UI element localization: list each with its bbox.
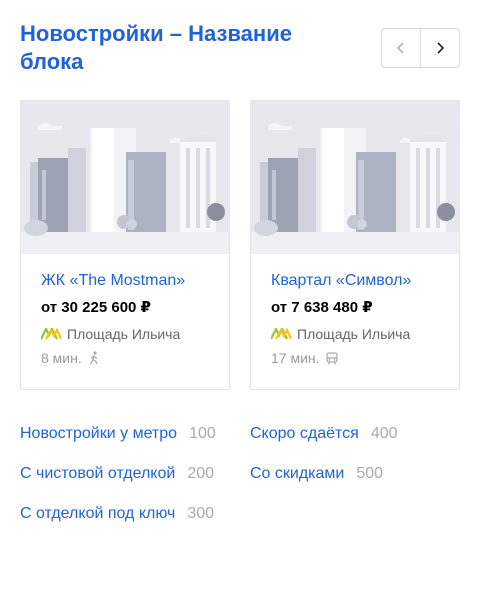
quick-link-count: 400 xyxy=(370,425,398,442)
card-body: Квартал «Символ» от 7 638 480 ₽ Площадь … xyxy=(271,271,451,367)
quick-link-label[interactable]: Со скидками xyxy=(250,464,344,484)
building-placeholder-image xyxy=(251,101,459,254)
distance-info: 17 мин. xyxy=(271,349,451,367)
quick-link[interactable]: Со скидками 500 xyxy=(250,464,383,484)
quick-link-label[interactable]: С отделкой под ключ xyxy=(20,504,175,524)
distance-time: 17 мин. xyxy=(271,350,320,366)
distance-time: 8 мин. xyxy=(41,350,82,366)
metro-info: Площадь Ильича xyxy=(41,325,221,343)
quick-link-count: 200 xyxy=(187,465,215,482)
property-price: от 7 638 480 ₽ xyxy=(271,299,373,316)
cards-carousel: ЖК «The Mostman» от 30 225 600 ₽ Площадь… xyxy=(20,100,460,390)
quick-link-label[interactable]: Скоро сдаётся xyxy=(250,424,359,444)
bus-icon xyxy=(325,351,338,364)
walk-icon xyxy=(89,351,98,365)
section-header: Новостройки – Название блока xyxy=(20,20,460,76)
quick-link-label[interactable]: С чистовой отделкой xyxy=(20,464,175,484)
carousel-nav xyxy=(381,28,460,68)
metro-info: Площадь Ильича xyxy=(271,325,451,343)
building-placeholder-image xyxy=(21,101,229,254)
quick-link-count: 500 xyxy=(356,465,384,482)
quick-link[interactable]: Новостройки у метро 100 xyxy=(20,424,216,444)
metro-station-name: Площадь Ильича xyxy=(297,326,411,342)
property-price: от 30 225 600 ₽ xyxy=(41,299,151,316)
card-body: ЖК «The Mostman» от 30 225 600 ₽ Площадь… xyxy=(41,271,221,367)
metro-logo-icon xyxy=(271,328,291,340)
quick-link-label[interactable]: Новостройки у метро xyxy=(20,424,177,444)
metro-station-name: Площадь Ильича xyxy=(67,326,181,342)
distance-info: 8 мин. xyxy=(41,349,221,367)
carousel-next-button[interactable] xyxy=(420,28,460,68)
quick-link[interactable]: Скоро сдаётся 400 xyxy=(250,424,398,444)
quick-link-count: 300 xyxy=(187,505,215,522)
property-card[interactable]: Квартал «Символ» от 7 638 480 ₽ Площадь … xyxy=(250,100,460,390)
quick-link-count: 100 xyxy=(189,425,216,442)
quick-link[interactable]: С отделкой под ключ 300 xyxy=(20,504,214,524)
section-title: Новостройки – Название блока xyxy=(20,21,292,74)
property-name-link[interactable]: Квартал «Символ» xyxy=(271,271,451,291)
carousel-prev-button[interactable] xyxy=(381,28,421,68)
metro-logo-icon xyxy=(41,328,61,340)
chevron-right-icon xyxy=(437,42,445,54)
property-card[interactable]: ЖК «The Mostman» от 30 225 600 ₽ Площадь… xyxy=(20,100,230,390)
quick-link[interactable]: С чистовой отделкой 200 xyxy=(20,464,214,484)
chevron-left-icon xyxy=(396,42,404,54)
property-name-link[interactable]: ЖК «The Mostman» xyxy=(41,271,221,291)
